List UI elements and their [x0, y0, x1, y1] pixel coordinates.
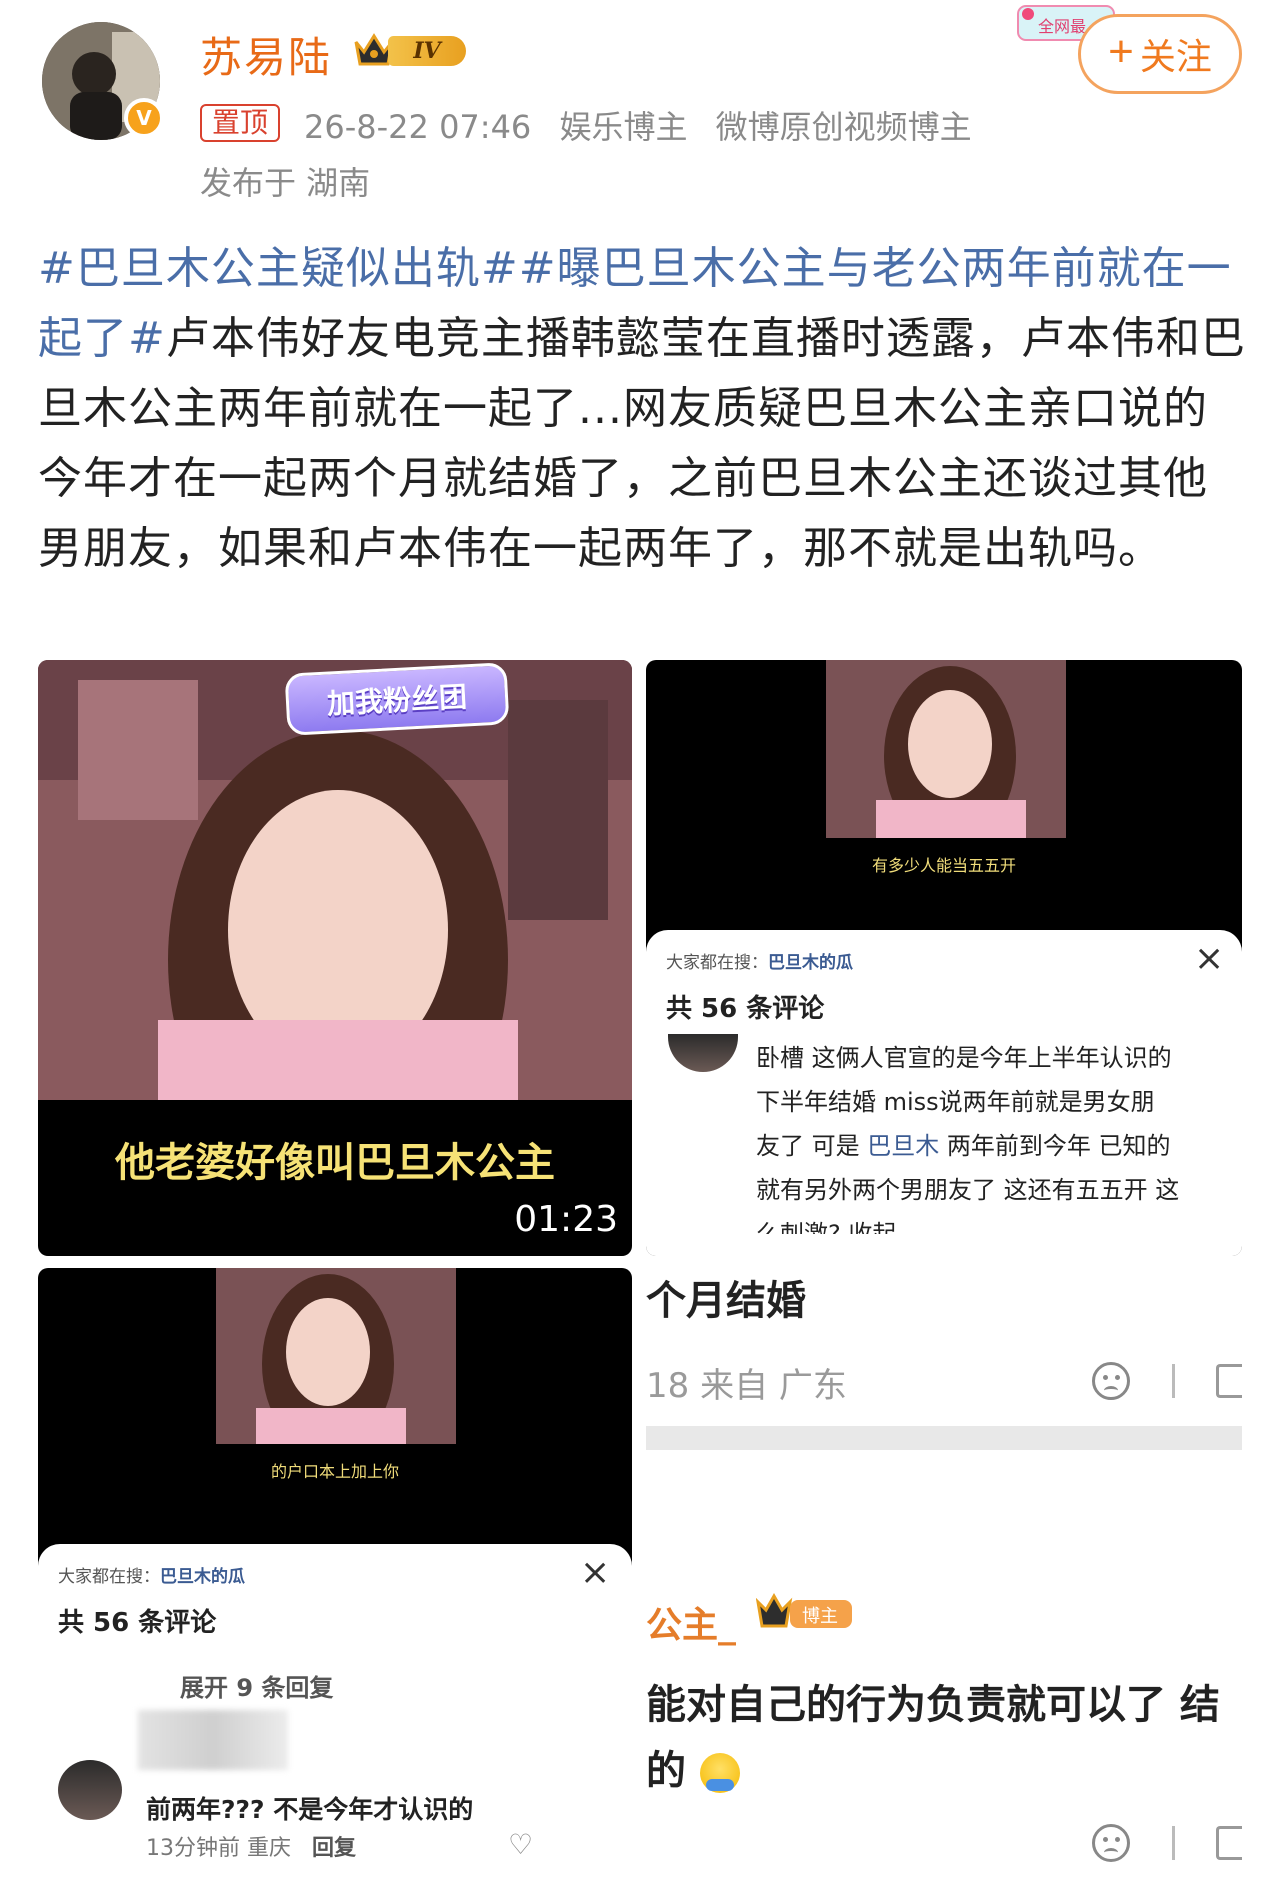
replier-avatar[interactable] — [58, 1760, 122, 1820]
search-prefix: 大家都在搜： — [666, 953, 768, 973]
emoji-icon — [699, 1753, 740, 1793]
trending-search[interactable]: 大家都在搜：巴旦木的瓜 — [666, 948, 853, 973]
divider — [1172, 1826, 1175, 1860]
comment-panel: 大家都在搜：巴旦木的瓜 × 共 56 条评论 展开 9 条回复 前两年??? 不… — [38, 1544, 632, 1878]
fragment-comment-line-2: 的 — [646, 1738, 740, 1796]
video-tile[interactable]: 加我粉丝团 他老婆好像叫巴旦木公主 01:23 — [38, 660, 632, 1256]
close-icon[interactable]: × — [580, 1552, 610, 1593]
trending-search[interactable]: 大家都在搜：巴旦木的瓜 — [58, 1562, 245, 1587]
sad-face-icon[interactable] — [1092, 1362, 1130, 1400]
comment-icon[interactable] — [1216, 1826, 1242, 1860]
verified-badge-icon: V — [124, 98, 164, 138]
post-body: #巴旦木公主疑似出轨##曝巴旦木公主与老公两年前就在一起了#卢本伟好友电竞主播韩… — [38, 234, 1248, 584]
image-tile-4[interactable]: 个月结婚 18 来自 广东 公主_ 博主 能对自己的行为负责就可以了 结 的 — [646, 1268, 1242, 1878]
video-subtitle: 他老婆好像叫巴旦木公主 — [115, 1140, 555, 1186]
fragment-comment-text: 的 — [646, 1748, 686, 1794]
comment-line: 下半年结婚 miss说两年前就是男女朋 — [756, 1088, 1155, 1116]
video-frame: 加我粉丝团 — [38, 660, 632, 1190]
crown-badge-icon: 博主 — [755, 1592, 852, 1628]
comment-panel: 大家都在搜：巴旦木的瓜 × 共 56 条评论 卧槽 这俩人官宣的是今年上半年认识… — [646, 930, 1242, 1256]
video-still-icon — [216, 1268, 456, 1454]
search-term: 巴旦木的瓜 — [768, 953, 853, 973]
comment-segment: 两年前到今年 已知的 — [939, 1132, 1171, 1160]
author-name[interactable]: 苏易陆 — [200, 24, 332, 85]
commenter-name[interactable]: 公主_ — [646, 1596, 736, 1648]
comment-link[interactable]: 巴旦木 — [867, 1132, 939, 1160]
post-location: 发布于 湖南 — [200, 164, 371, 202]
author-tag-1: 娱乐博主 — [559, 108, 688, 146]
video-duration: 01:23 — [514, 1199, 618, 1240]
image-tile-2[interactable]: 有多少人能当五五开 大家都在搜：巴旦木的瓜 × 共 56 条评论 卧槽 这俩人官… — [646, 660, 1242, 1256]
fan-club-banner: 加我粉丝团 — [284, 662, 510, 736]
reply-text: 前两年??? 不是今年才认识的 — [146, 1795, 474, 1824]
search-prefix: 大家都在搜： — [58, 1567, 160, 1587]
heart-icon[interactable]: ♡ — [508, 1828, 533, 1861]
comment-icon[interactable] — [1216, 1364, 1242, 1398]
video-caption: 的户口本上加上你 — [270, 1462, 399, 1481]
author-tag-2: 微博原创视频博主 — [715, 108, 972, 146]
svg-text:全网最: 全网最 — [1038, 17, 1086, 36]
author-avatar[interactable]: V — [42, 22, 164, 140]
image-tile-3[interactable]: 的户口本上加上你 大家都在搜：巴旦木的瓜 × 共 56 条评论 展开 9 条回复… — [38, 1268, 632, 1878]
comment-segment: 友了 可是 — [756, 1132, 868, 1160]
pinned-tag: 置顶 — [200, 104, 281, 142]
hashtag-link-1[interactable]: #巴旦木公主疑似出轨# — [38, 243, 519, 294]
comment-text: 卧槽 这俩人官宣的是今年上半年认识的 下半年结婚 miss说两年前就是男女朋 友… — [756, 1036, 1236, 1234]
level-text: IV — [388, 36, 466, 66]
expand-replies[interactable]: 展开 9 条回复 — [180, 1668, 333, 1703]
blurred-username — [138, 1710, 288, 1770]
comment-count: 共 56 条评论 — [666, 994, 825, 1024]
separator-bar — [646, 1426, 1242, 1450]
level-badge: IV — [352, 30, 470, 70]
video-thumbnail — [826, 660, 1066, 846]
reply-meta: 13分钟前 重庆 回复 — [146, 1830, 356, 1862]
plus-icon: + — [1108, 27, 1134, 76]
blogger-badge: 博主 — [755, 1592, 856, 1630]
reply-time-location: 13分钟前 重庆 — [146, 1836, 291, 1861]
follow-label: 关注 — [1139, 36, 1212, 77]
divider — [1172, 1364, 1175, 1398]
commenter-avatar[interactable] — [668, 1034, 738, 1072]
video-thumbnail — [216, 1268, 456, 1454]
video-caption: 有多少人能当五五开 — [871, 856, 1016, 875]
post-meta: 26-8-22 07:46 娱乐博主 微博原创视频博主 — [304, 102, 990, 148]
comment-line: 卧槽 这俩人官宣的是今年上半年认识的 — [756, 1044, 1172, 1072]
comment-line: 友了 可是 巴旦木 两年前到今年 已知的 — [756, 1124, 1236, 1168]
follow-button[interactable]: + 关注 — [1078, 14, 1242, 94]
post-timestamp: 26-8-22 07:46 — [304, 108, 532, 146]
svg-text:博主: 博主 — [802, 1606, 838, 1627]
post-body-text: 卢本伟好友电竞主播韩懿莹在直播时透露，卢本伟和巴旦木公主两年前就在一起了...网… — [38, 313, 1246, 574]
comment-line: 就有另外两个男朋友了 这还有五五开 这 — [756, 1176, 1180, 1204]
search-term: 巴旦木的瓜 — [160, 1567, 245, 1587]
fragment-title: 个月结婚 — [646, 1278, 806, 1324]
comment-line: 么刺激? 收起 — [756, 1220, 897, 1234]
video-still-icon — [826, 660, 1066, 846]
fragment-meta: 18 来自 广东 — [646, 1366, 847, 1406]
sad-face-icon[interactable] — [1092, 1824, 1130, 1862]
reply-button[interactable]: 回复 — [312, 1836, 356, 1861]
comment-count: 共 56 条评论 — [58, 1608, 217, 1638]
close-icon[interactable]: × — [1194, 938, 1224, 979]
fragment-comment-line: 能对自己的行为负责就可以了 结 — [646, 1682, 1220, 1728]
